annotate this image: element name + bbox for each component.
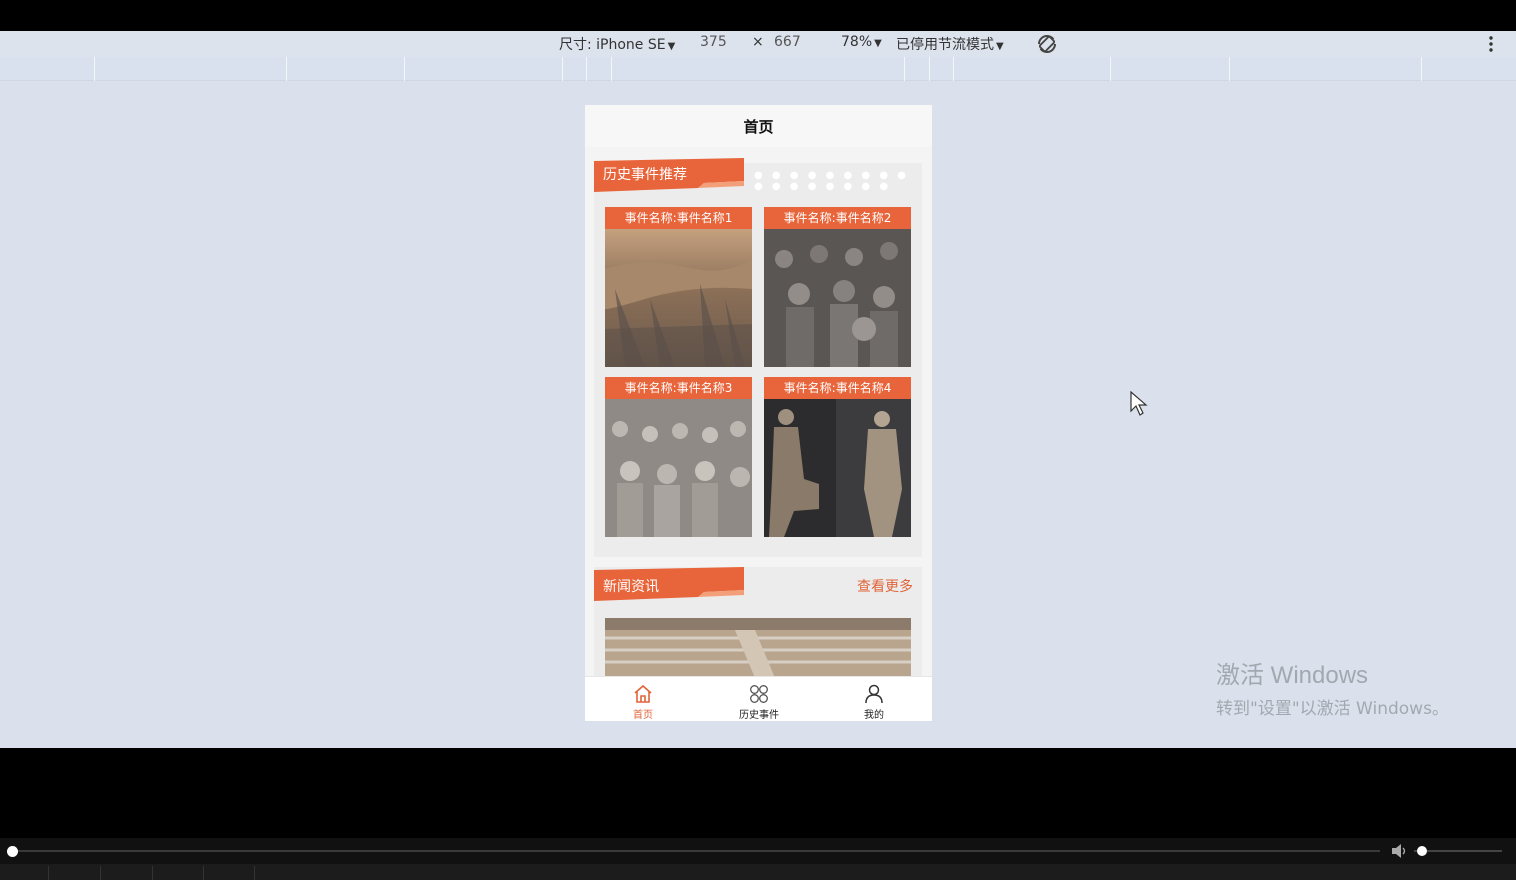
throttle-select[interactable]: 已停用节流模式 ▼: [896, 34, 1004, 54]
media-query-ruler[interactable]: [0, 57, 1516, 81]
tab-profile[interactable]: 我的: [816, 677, 932, 721]
rotate-icon[interactable]: [1035, 32, 1059, 56]
zoom-caret-icon: ▼: [874, 38, 882, 49]
tab-home-label: 首页: [633, 710, 653, 721]
zoom-label: 78%: [841, 34, 873, 50]
throttle-label: 已停用节流模式: [896, 37, 994, 53]
device-caret-icon: ▼: [667, 41, 676, 52]
event-card-1[interactable]: 事件名称:事件名称1: [605, 207, 752, 367]
event-image: [605, 399, 752, 537]
decorative-dots: ● ● ● ● ● ● ● ● ● ● ● ● ● ● ● ● ●: [754, 170, 909, 192]
user-icon: [865, 684, 883, 704]
event-card-title: 事件名称:事件名称1: [605, 207, 752, 229]
event-image: [764, 229, 911, 367]
volume-icon[interactable]: [1391, 843, 1409, 859]
event-image: [764, 399, 911, 537]
windows-activation-watermark: 激活 Windows 转到"设置"以激活 Windows。: [1216, 655, 1449, 719]
volume-handle[interactable]: [1417, 846, 1428, 856]
device-toolbar: 尺寸: iPhone SE ▼ 375 × 667 78% ▼ 已停用节流模式 ▼: [0, 31, 1516, 57]
mobile-page: 首页 历史事件推荐 ● ● ● ● ● ● ● ● ● ● ● ● ● ● ● …: [585, 105, 932, 721]
seek-bar[interactable]: [12, 850, 1380, 852]
event-card-4[interactable]: 事件名称:事件名称4: [764, 377, 911, 537]
page-navbar: 首页: [585, 105, 932, 147]
page-title: 首页: [743, 117, 774, 136]
news-section-header: 新闻资讯: [594, 567, 746, 601]
event-card-title: 事件名称:事件名称4: [764, 377, 911, 399]
watermark-title: 激活 Windows: [1216, 662, 1369, 689]
throttle-caret-icon: ▼: [996, 41, 1004, 52]
seek-handle[interactable]: [7, 846, 18, 857]
zoom-select[interactable]: 78% ▼: [841, 34, 882, 50]
news-section: 新闻资讯 查看更多: [594, 567, 922, 678]
tab-history-events[interactable]: 历史事件: [701, 677, 817, 721]
event-image: [605, 229, 752, 367]
bottom-tabbar: 首页 历史事件 我的: [585, 676, 932, 721]
event-card-2[interactable]: 事件名称:事件名称2: [764, 207, 911, 367]
mouse-cursor-icon: [1130, 391, 1148, 416]
height-input[interactable]: 667: [774, 34, 801, 50]
news-image[interactable]: [605, 618, 911, 678]
view-more-link[interactable]: 查看更多: [857, 576, 913, 596]
watermark-subtitle: 转到"设置"以激活 Windows。: [1216, 699, 1449, 719]
grid-icon: [750, 685, 768, 703]
event-card-3[interactable]: 事件名称:事件名称3: [605, 377, 752, 537]
home-icon: [634, 684, 652, 703]
tab-history-events-label: 历史事件: [739, 710, 779, 721]
device-label: 尺寸: iPhone SE: [559, 37, 666, 53]
history-section-header: 历史事件推荐: [594, 158, 746, 192]
device-select[interactable]: 尺寸: iPhone SE ▼: [559, 34, 675, 54]
taskbar: [0, 864, 1516, 880]
dimension-separator: ×: [752, 34, 764, 50]
news-section-title: 新闻资讯: [603, 579, 659, 595]
more-options-icon[interactable]: [1484, 35, 1498, 53]
width-input[interactable]: 375: [700, 34, 727, 50]
event-card-title: 事件名称:事件名称2: [764, 207, 911, 229]
volume-slider[interactable]: [1414, 850, 1502, 852]
tab-home[interactable]: 首页: [585, 677, 701, 721]
tab-profile-label: 我的: [864, 710, 884, 721]
history-section-title: 历史事件推荐: [603, 167, 687, 183]
history-section: 历史事件推荐 ● ● ● ● ● ● ● ● ● ● ● ● ● ● ● ● ●…: [594, 158, 922, 557]
event-card-title: 事件名称:事件名称3: [605, 377, 752, 399]
